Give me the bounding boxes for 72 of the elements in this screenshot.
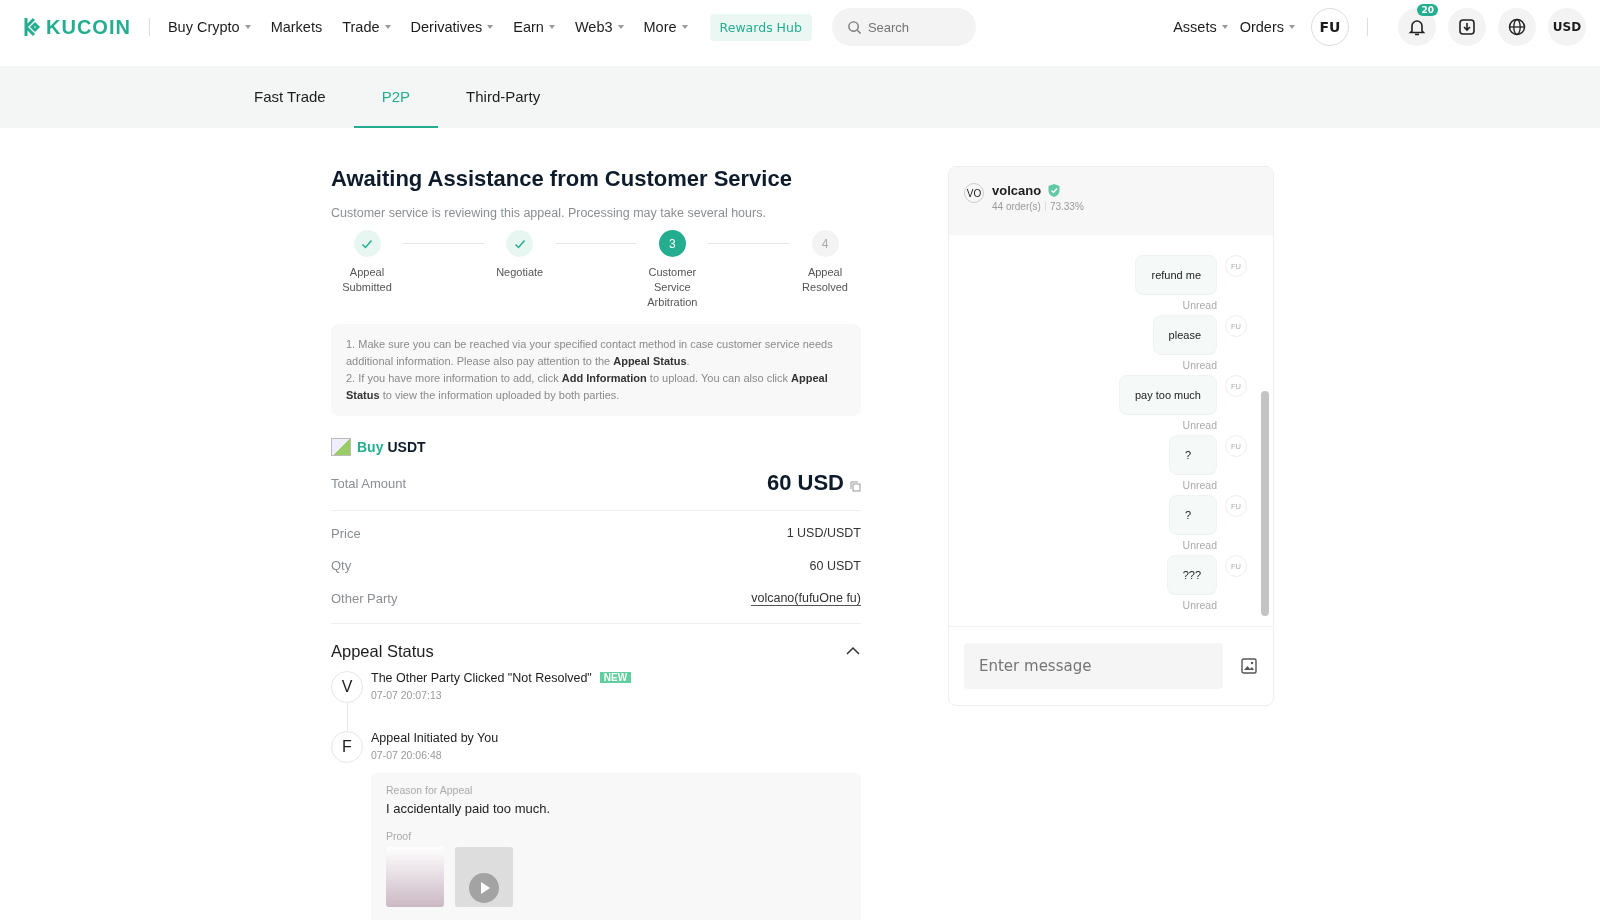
language-button[interactable]	[1498, 8, 1536, 46]
nav-link[interactable]: Derivatives	[410, 19, 494, 35]
step-label: Appeal Resolved	[801, 265, 849, 295]
currency-button[interactable]: USD	[1548, 8, 1586, 46]
read-status: Unread	[1182, 479, 1217, 491]
instruction-text: 1. Make sure you can be reached via your specified contact method in case customer service needs additional information. Please also pay attention to the Appeal Status.	[346, 337, 834, 369]
search-icon	[846, 20, 862, 35]
download-icon	[1458, 18, 1476, 36]
nav-link[interactable]: Assets	[1173, 19, 1228, 35]
read-status: Unread	[1182, 299, 1217, 311]
order-count: 44 order(s)	[992, 201, 1041, 212]
event-title: Appeal Initiated by You	[371, 730, 499, 745]
event-time: 07-07 20:07:13	[371, 688, 443, 701]
step-number: 4	[811, 230, 839, 257]
section-title: Appeal Status	[331, 641, 434, 661]
bell-icon	[1407, 17, 1427, 37]
step-label: Appeal Submitted	[341, 265, 393, 295]
logo-text: KUCOIN	[46, 15, 131, 39]
user-avatar-button[interactable]: FU	[1311, 8, 1349, 46]
notification-count: 20	[1417, 4, 1438, 16]
order-asset: USDT	[387, 439, 426, 455]
message-bubble: ?	[1169, 495, 1217, 535]
event-title: The Other Party Clicked "Not Resolved"	[371, 670, 592, 685]
total-amount: 60 USD	[766, 470, 844, 496]
nav-link[interactable]: Orders	[1239, 19, 1295, 35]
reason-text: I accidentally paid too much.	[386, 800, 552, 816]
broken-image-icon	[331, 438, 351, 456]
scrollbar-thumb[interactable]	[1261, 391, 1269, 616]
nav-link[interactable]: Web3	[574, 19, 624, 35]
download-button[interactable]	[1448, 8, 1486, 46]
step-label: Customer Service Arbitration	[646, 265, 699, 310]
trade-tab[interactable]: Fast Trade	[226, 66, 354, 128]
message-bubble: ???	[1166, 555, 1217, 595]
field-label: Proof	[386, 829, 413, 842]
other-party-link[interactable]: volcano(fufuOne fu)	[751, 590, 861, 606]
field-label: Price	[331, 525, 361, 541]
field-value: 60 USDT	[809, 558, 861, 573]
globe-icon	[1508, 18, 1526, 36]
read-status: Unread	[1182, 359, 1217, 371]
message-bubble: refund me	[1135, 255, 1217, 295]
trade-tab[interactable]: Third-Party	[438, 66, 569, 128]
step-label: Negotiate	[496, 265, 544, 280]
page-subtitle: Customer service is reviewing this appeal. Processing may take several hours.	[331, 206, 767, 220]
image-icon[interactable]	[1241, 658, 1257, 674]
event-time: 07-07 20:06:48	[371, 748, 443, 761]
nav-link[interactable]: Buy Crypto	[167, 19, 251, 35]
message-bubble: ?	[1169, 435, 1217, 475]
nav-link[interactable]: More	[643, 19, 688, 35]
field-label: Reason for Appeal	[386, 783, 474, 796]
nav-link[interactable]: Markets	[270, 19, 323, 35]
page-title: Awaiting Assistance from Customer Service	[331, 166, 793, 192]
read-status: Unread	[1182, 539, 1217, 551]
field-label: Other Party	[331, 590, 398, 606]
nav-link[interactable]: Trade	[342, 19, 391, 35]
chevron-icon[interactable]	[845, 646, 861, 656]
nav-link[interactable]: Earn	[513, 19, 555, 35]
field-label: Qty	[331, 558, 352, 574]
counterparty-name: volcano	[992, 183, 1042, 198]
message-bubble: pay too much	[1118, 375, 1217, 415]
completion-rate: 73.33%	[1049, 201, 1084, 212]
search-field[interactable]: Search	[831, 8, 976, 46]
message-bubble: please	[1152, 315, 1217, 355]
message-input[interactable]: Enter message	[964, 643, 1223, 689]
field-label: Total Amount	[331, 475, 407, 491]
read-status: Unread	[1182, 419, 1217, 431]
field-value: 1 USD/USDT	[786, 526, 861, 541]
read-status: Unread	[1182, 599, 1217, 611]
instruction-text: 2. If you have more information to add, click Add Information to upload. You can also click Appeal Status to view the information uploaded by both parties.	[346, 371, 829, 403]
step-number: 3	[658, 230, 686, 257]
order-side: Buy	[357, 439, 384, 455]
play-icon	[469, 872, 499, 903]
new-badge: NEW	[599, 672, 632, 683]
